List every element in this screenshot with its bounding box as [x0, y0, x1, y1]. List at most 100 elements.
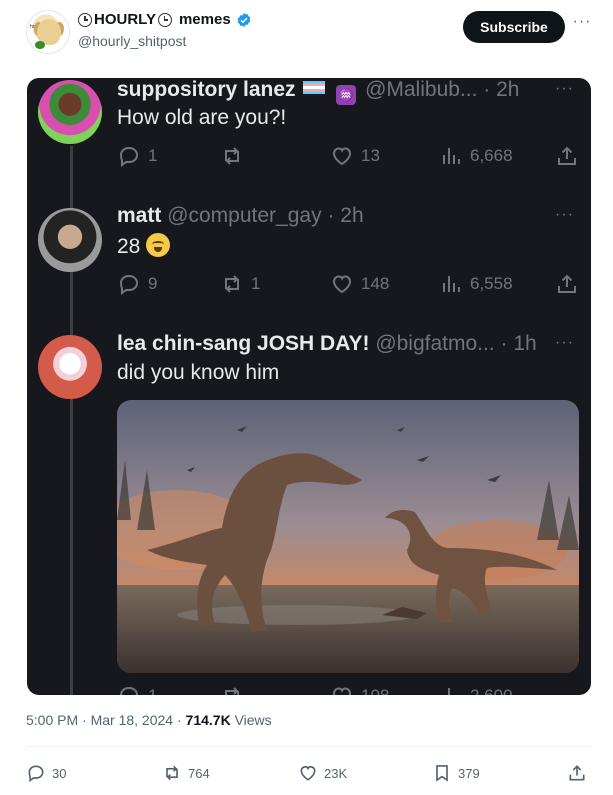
tweet-action-bar: 30 764 23K 379 [26, 760, 592, 786]
repost-count: 1 [251, 274, 261, 293]
view-count: 6,558 [470, 274, 513, 293]
like-count: 148 [361, 274, 390, 293]
reply-share-2 [555, 271, 579, 297]
dinosaur-scene-image [117, 400, 579, 673]
like-count: 23K [324, 765, 348, 781]
tweet-header: hourly HOURLY memes @hourly_shitpost Sub… [0, 0, 613, 70]
reply-likes-2: 148 [330, 271, 389, 297]
like-count: 108 [361, 686, 389, 695]
account-name-part1: HOURLY [94, 11, 156, 28]
reply-text-2: 28 [117, 233, 171, 259]
tweet-timestamp[interactable]: 5:00 PM · Mar 18, 2024 · [26, 712, 186, 728]
reply-handle-1: @Malibub... [365, 78, 478, 101]
reply-count: 30 [52, 765, 67, 781]
repost-icon [225, 147, 239, 165]
views-chart-icon [443, 688, 455, 695]
reply-repost-3 [220, 683, 244, 695]
views-label: Views [230, 712, 272, 728]
reply-actions-1: 1 13 6,668 [117, 143, 579, 169]
reply-avatar-2 [38, 208, 102, 272]
reply-views-1: 6,668 [439, 143, 513, 169]
reply-text-3: did you know him [117, 361, 280, 384]
crying-face-icon [146, 233, 171, 257]
reply-count: 1 [148, 686, 157, 695]
clock-icon [157, 12, 172, 27]
reply-time-3: · 1h [500, 332, 537, 355]
reply-handle-3: @bigfatmo... [375, 332, 495, 355]
trans-flag-icon [303, 81, 326, 94]
reply-avatar-1 [38, 80, 102, 144]
reply-avatar-3 [38, 335, 102, 399]
bookmark-icon [436, 765, 448, 782]
like-count: 13 [361, 146, 380, 165]
share-button[interactable] [567, 760, 587, 786]
reply-name-2: matt [117, 204, 162, 227]
subscribe-button[interactable]: Subscribe [463, 11, 565, 43]
aquarius-icon: ♒ [336, 85, 357, 105]
reply-time-1: · 2h [483, 78, 520, 101]
reply-text-2-value: 28 [117, 235, 141, 258]
repost-icon [166, 765, 178, 781]
heart-icon [332, 687, 352, 695]
reply-author-3: lea chin-sang JOSH DAY! @bigfatmo... · 1… [117, 332, 537, 356]
reply-actions-2: 9 1 148 6,558 [117, 271, 579, 297]
reply-more-icon: ··· [555, 206, 574, 223]
share-icon [558, 274, 576, 293]
share-icon [558, 146, 576, 165]
account-handle[interactable]: @hourly_shitpost [78, 33, 186, 49]
heart-icon [332, 147, 352, 166]
reply-author-2: matt @computer_gay · 2h [117, 204, 364, 228]
reply-icon [119, 274, 139, 295]
reply-count: 9 [148, 274, 158, 293]
reply-likes-3: 108 [330, 683, 389, 695]
heart-icon [300, 765, 316, 781]
reply-time-2: · 2h [327, 204, 364, 227]
views-chart-icon [443, 148, 460, 164]
tweet-meta: 5:00 PM · Mar 18, 2024 · 714.7K Views [26, 712, 272, 728]
tweet-media-image[interactable]: suppository lanez ♒ @Malibub... · 2h ···… [27, 78, 591, 695]
leaf-icon [35, 41, 45, 49]
repost-button[interactable]: 764 [162, 760, 210, 786]
reply-icon [28, 765, 44, 783]
verified-badge-icon [237, 12, 251, 27]
reply-actions-3-cutoff: 1 108 2,600 [117, 683, 579, 695]
reply-repost-2: 1 [220, 271, 260, 297]
bookmark-button[interactable]: 379 [432, 760, 480, 786]
repost-count: 764 [188, 765, 210, 781]
reply-handle-2: @computer_gay [167, 204, 322, 227]
reply-count: 1 [148, 146, 158, 165]
reply-more-icon: ··· [555, 334, 574, 351]
divider [26, 746, 592, 747]
reply-reply-count-1: 1 [117, 143, 157, 169]
reply-text-1: How old are you?! [117, 106, 287, 129]
reply-more-icon: ··· [555, 80, 574, 97]
reply-name-1: suppository lanez [117, 78, 296, 101]
reply-name-3: lea chin-sang JOSH DAY! [117, 332, 370, 355]
account-avatar[interactable]: hourly [26, 10, 70, 54]
reply-share-1 [555, 143, 579, 169]
reply-likes-1: 13 [330, 143, 380, 169]
repost-icon [225, 687, 239, 695]
account-name-part2: memes [178, 11, 231, 28]
account-name[interactable]: HOURLY memes [78, 11, 252, 28]
share-icon [569, 765, 585, 781]
clock-icon [78, 12, 92, 27]
reply-views-3: 2,600 [439, 683, 513, 695]
more-options-icon[interactable]: ··· [572, 14, 592, 36]
view-count: 6,668 [470, 146, 513, 165]
reply-reply-count-2: 9 [117, 271, 157, 297]
reply-reply-count-3: 1 [117, 683, 157, 695]
reply-views-2: 6,558 [439, 271, 513, 297]
ground [117, 585, 579, 673]
reply-button[interactable]: 30 [26, 760, 66, 786]
views-count: 714.7K [185, 712, 231, 728]
view-count: 2,600 [470, 686, 513, 695]
bookmark-count: 379 [458, 765, 480, 781]
heart-icon [332, 275, 352, 294]
reply-repost-1 [220, 143, 251, 169]
like-button[interactable]: 23K [298, 760, 347, 786]
reply-icon [119, 146, 139, 167]
reply-icon [119, 686, 139, 695]
reply-author-1: suppository lanez ♒ @Malibub... · 2h [117, 78, 519, 105]
views-chart-icon [443, 276, 460, 292]
